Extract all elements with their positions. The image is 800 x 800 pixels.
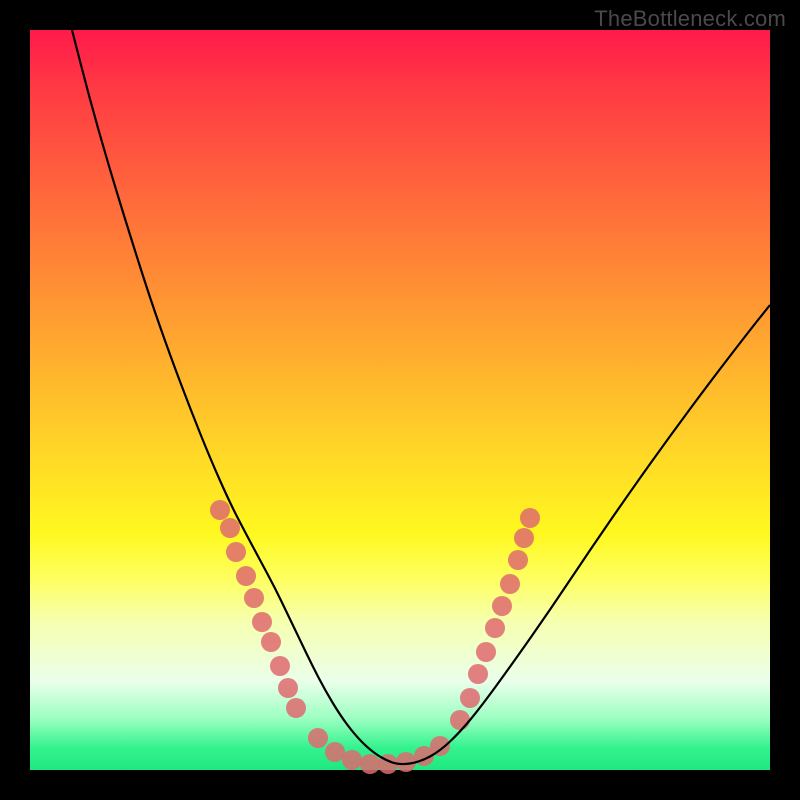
marker-dot [244, 588, 264, 608]
marker-dot [286, 698, 306, 718]
marker-dot [468, 664, 488, 684]
marker-dot [508, 550, 528, 570]
marker-dot [308, 728, 328, 748]
marker-dot [210, 500, 230, 520]
plot-area [30, 30, 770, 770]
chart-frame: TheBottleneck.com [0, 0, 800, 800]
marker-dot [360, 754, 380, 774]
marker-dot [261, 632, 281, 652]
bottleneck-curve [72, 30, 770, 764]
marker-dot [514, 528, 534, 548]
marker-dot [485, 618, 505, 638]
curve-svg [30, 30, 770, 770]
marker-dot [226, 542, 246, 562]
marker-dot [342, 750, 362, 770]
marker-dot [460, 688, 480, 708]
marker-dot [430, 736, 450, 756]
marker-dot [520, 508, 540, 528]
marker-dot [492, 596, 512, 616]
marker-dot [270, 656, 290, 676]
marker-dot [325, 742, 345, 762]
marker-layer [210, 500, 540, 774]
marker-dot [252, 612, 272, 632]
marker-dot [500, 574, 520, 594]
marker-dot [450, 710, 470, 730]
watermark-text: TheBottleneck.com [594, 6, 786, 32]
marker-dot [476, 642, 496, 662]
marker-dot [236, 566, 256, 586]
marker-dot [220, 518, 240, 538]
marker-dot [278, 678, 298, 698]
